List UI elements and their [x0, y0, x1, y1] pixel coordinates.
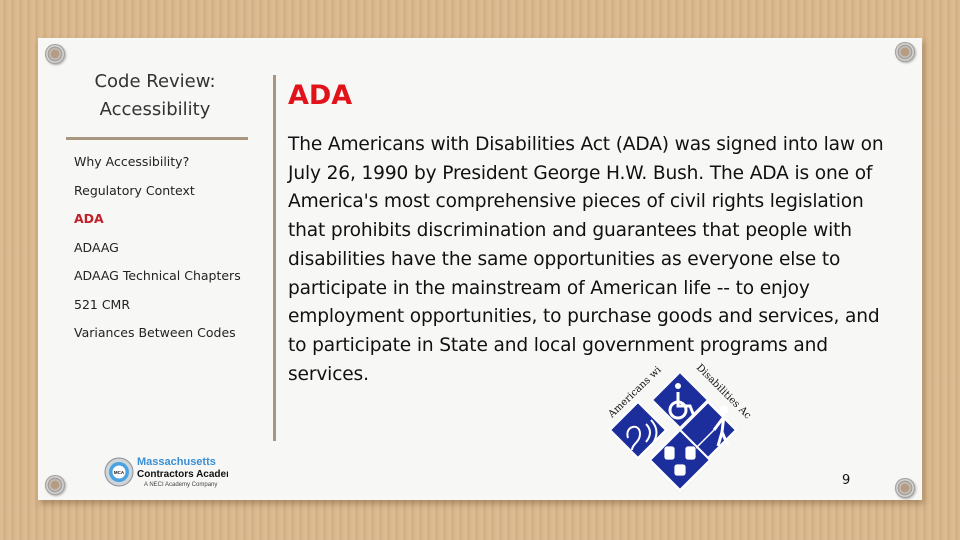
nav-item-adaag[interactable]: ADAAG	[74, 238, 254, 257]
grommet-icon	[895, 478, 915, 498]
logo-line1: Massachusetts	[137, 456, 216, 468]
nav-item-adaag-technical-chapters[interactable]: ADAAG Technical Chapters	[74, 266, 254, 285]
grommet-icon	[45, 475, 65, 495]
grommet-icon	[45, 44, 65, 64]
nav-item-regulatory-context[interactable]: Regulatory Context	[74, 181, 254, 200]
nav-item-521-cmr[interactable]: 521 CMR	[74, 295, 254, 314]
slide-body-paragraph: The Americans with Disabilities Act (ADA…	[288, 134, 884, 385]
ada-logo: Americans with Disabilities Act	[598, 360, 753, 492]
nav-item-ada[interactable]: ADA	[74, 209, 254, 228]
slide-heading: ADA	[288, 80, 353, 111]
vertical-divider	[273, 75, 276, 441]
logo-badge-text: MCA	[114, 470, 125, 475]
page-number: 9	[842, 473, 851, 488]
sidebar-nav: Why Accessibility? Regulatory Context AD…	[74, 152, 254, 352]
nav-item-variances-between-codes[interactable]: Variances Between Codes	[74, 323, 254, 342]
grommet-icon	[895, 42, 915, 62]
logo-line3: A NECI Academy Company	[144, 482, 217, 488]
logo-line2: Contractors Academy	[137, 469, 228, 480]
mca-logo: MCA Massachusetts Contractors Academy A …	[104, 456, 228, 488]
wheelchair-head	[675, 383, 681, 389]
nav-item-why-accessibility[interactable]: Why Accessibility?	[74, 152, 254, 171]
title-divider	[66, 137, 248, 140]
sidebar-title: Code Review: Accessibility	[94, 71, 216, 120]
